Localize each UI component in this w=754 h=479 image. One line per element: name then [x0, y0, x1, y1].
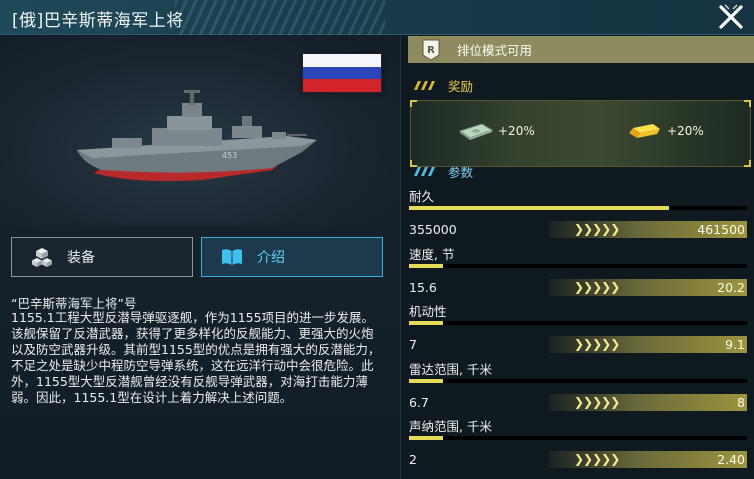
stat-progress-track [409, 321, 747, 325]
stat-progress-fill [409, 263, 443, 268]
params-heading-label: 参数 [448, 164, 474, 180]
book-icon [222, 249, 242, 265]
chevrons-icon: ❯❯❯❯❯ [574, 279, 620, 294]
stat-upgrade-bar: ❯❯❯❯❯ 9.1 [549, 336, 747, 353]
tab-equipment-label: 装备 [67, 250, 95, 266]
ship-preview: 453 [0, 36, 400, 226]
equipment-icon [32, 248, 52, 267]
stat-label: 耐久 [409, 189, 435, 204]
ship-model-image: 453 [77, 90, 317, 182]
stat-progress-track [409, 263, 747, 268]
stat-label: 声纳范围, 千米 [409, 419, 492, 434]
stat-progress-fill [409, 206, 670, 210]
rank-badge-icon: R [422, 39, 440, 61]
chevrons-icon: ❯❯❯❯❯ [574, 394, 620, 409]
header-decor [175, 0, 385, 35]
right-panel: R 排位模式可用 奖励 +20% +20% 参数 耐久 355000 ❯❯❯❯❯… [400, 36, 754, 479]
stat-progress-fill [409, 436, 443, 440]
heading-stripes-icon [414, 166, 435, 176]
chevrons-icon: ❯❯❯❯❯ [574, 222, 620, 236]
stat-max-value: 8 [737, 394, 745, 410]
stat-upgrade-bar: ❯❯❯❯❯ 8 [549, 393, 747, 411]
stat-label: 雷达范围, 千米 [409, 361, 492, 377]
stat-progress-track [409, 206, 747, 210]
rewards-heading-label: 奖励 [448, 78, 474, 94]
tab-intro-label: 介绍 [257, 250, 285, 266]
stat-max-value: 20.2 [717, 279, 745, 295]
cash-icon [458, 123, 494, 140]
stat-base-value: 7 [409, 337, 417, 352]
tab-equipment[interactable]: 装备 [11, 237, 193, 277]
tab-intro[interactable]: 介绍 [201, 237, 383, 277]
rank-mode-banner: R 排位模式可用 [408, 36, 754, 63]
chevrons-icon: ❯❯❯❯❯ [574, 337, 620, 351]
stat-upgrade-bar: ❯❯❯❯❯ 2.40 [549, 451, 747, 468]
description-body: 1155.1工程大型反潜导弹驱逐舰，作为1155项目的进一步发展。该舰保留了反潜… [11, 310, 381, 405]
chevrons-icon: ❯❯❯❯❯ [574, 452, 620, 466]
rewards-box: +20% +20% [410, 100, 751, 167]
params-heading: 参数 [411, 163, 474, 180]
stat-upgrade-bar: ❯❯❯❯❯ 20.2 [549, 278, 747, 296]
svg-text:453: 453 [222, 151, 237, 160]
stat-label: 速度, 节 [409, 246, 455, 262]
stat-base-value: 15.6 [409, 279, 437, 295]
stat-progress-fill [409, 321, 443, 325]
ship-title: [俄]巴辛斯蒂海军上将 [12, 11, 184, 31]
russia-flag-icon [302, 53, 382, 93]
reward-gold: +20% [627, 121, 704, 141]
heading-stripes-icon [414, 80, 435, 90]
close-button[interactable] [716, 2, 746, 32]
rank-mode-label: 排位模式可用 [457, 43, 533, 58]
stat-base-value: 2 [409, 452, 417, 467]
rewards-heading: 奖励 [411, 77, 474, 94]
stat-base-value: 6.7 [409, 394, 429, 410]
stat-label: 机动性 [409, 304, 447, 319]
stat-progress-track [409, 436, 747, 440]
stat-max-value: 9.1 [725, 337, 745, 352]
stat-progress-track [409, 378, 747, 383]
reward-cash-value: +20% [498, 124, 535, 138]
close-icon [719, 4, 743, 29]
stat-progress-fill [409, 378, 443, 383]
stat-max-value: 461500 [697, 222, 745, 237]
stat-max-value: 2.40 [717, 452, 745, 467]
gold-bar-icon [629, 124, 660, 138]
reward-gold-value: +20% [667, 124, 704, 138]
svg-text:R: R [427, 45, 435, 56]
left-panel: 453 装备 介绍 “巴辛斯蒂海军上将”号 1155.1工程大型反潜导弹驱逐舰，… [0, 36, 400, 479]
stat-base-value: 355000 [409, 222, 457, 237]
reward-cash: +20% [458, 121, 535, 141]
window-header: [俄]巴辛斯蒂海军上将 [0, 0, 754, 35]
stat-upgrade-bar: ❯❯❯❯❯ 461500 [549, 221, 747, 238]
